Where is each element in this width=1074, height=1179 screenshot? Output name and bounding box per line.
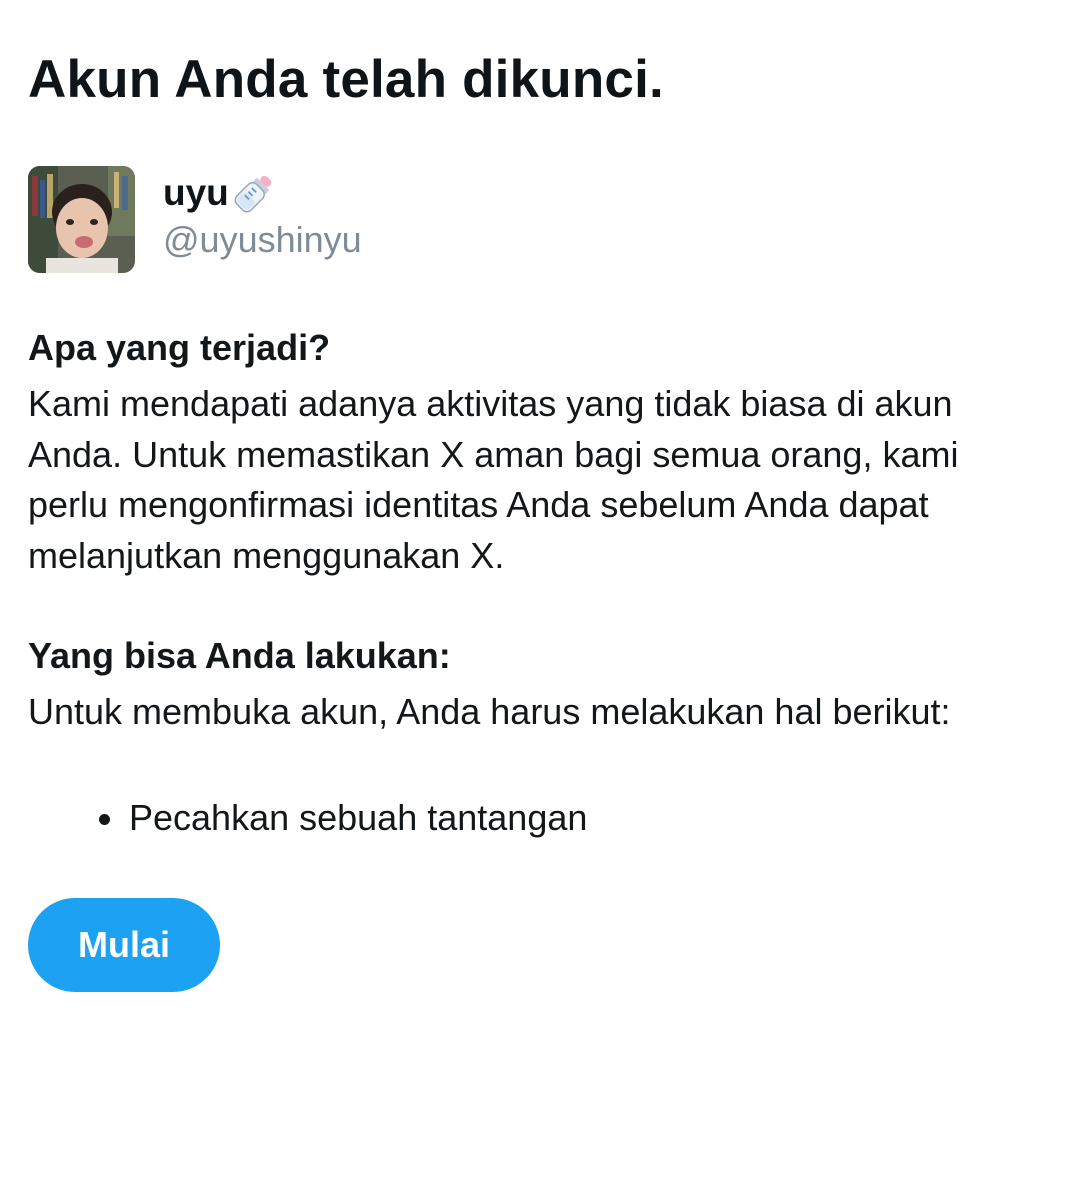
what-happened-line: melanjutkan menggunakan X. bbox=[28, 534, 505, 576]
start-button[interactable]: Mulai bbox=[28, 898, 220, 992]
what-happened-line: perlu mengonfirmasi identitas Anda sebel… bbox=[28, 484, 929, 525]
what-you-can-do-heading: Yang bisa Anda lakukan: bbox=[28, 635, 451, 676]
unlock-instructions: Untuk membuka akun, Anda harus melakukan… bbox=[28, 691, 951, 732]
what-happened-line: Kami mendapati adanya aktivitas yang tid… bbox=[28, 383, 953, 424]
page-title: Akun Anda telah dikunci. bbox=[28, 50, 664, 109]
account-names: uyu @uyushinyu bbox=[163, 166, 362, 262]
what-happened-line: Anda. Untuk memastikan X aman bagi semua… bbox=[28, 433, 959, 475]
display-name: uyu bbox=[163, 172, 229, 213]
display-name-row: uyu bbox=[163, 170, 362, 216]
account-card: uyu @uyushinyu bbox=[28, 166, 362, 274]
what-happened-heading: Apa yang terjadi? bbox=[28, 327, 331, 368]
bullet-icon bbox=[99, 814, 110, 825]
avatar bbox=[28, 166, 135, 273]
avatar-image bbox=[28, 166, 135, 273]
what-happened-text: Kami mendapati adanya aktivitas yang tid… bbox=[28, 379, 1048, 581]
baby-bottle-icon bbox=[231, 170, 277, 216]
step-label: Pecahkan sebuah tantangan bbox=[129, 797, 588, 838]
unlock-steps-list: Pecahkan sebuah tantangan bbox=[28, 793, 587, 843]
account-handle: @uyushinyu bbox=[163, 219, 362, 260]
list-item: Pecahkan sebuah tantangan bbox=[28, 793, 587, 843]
